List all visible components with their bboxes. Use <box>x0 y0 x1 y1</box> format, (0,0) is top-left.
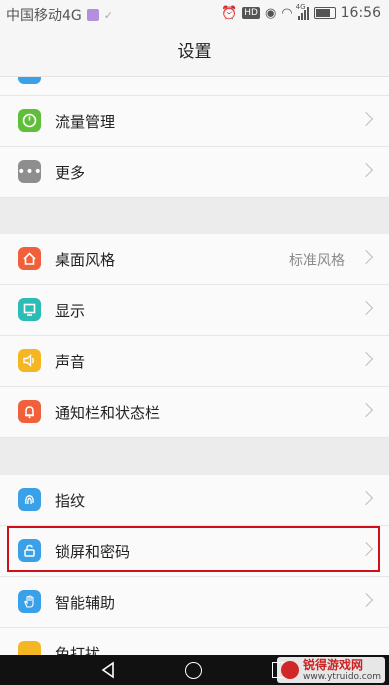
moon-icon <box>18 641 41 655</box>
watermark: 锐得游戏网 www.ytruido.com <box>276 657 385 683</box>
chevron-right-icon <box>358 111 374 127</box>
settings-item-label: 流量管理 <box>55 113 116 131</box>
settings-item-label: 通知栏和状态栏 <box>55 404 161 422</box>
settings-item-smart-assist[interactable]: 智能辅助 <box>0 577 389 628</box>
status-icons: ⏰ HD ◉ ◠ 4G 16:56 <box>221 3 381 22</box>
settings-item-label: 免打扰 <box>55 645 101 655</box>
chevron-right-icon <box>358 490 374 506</box>
notification-icon <box>18 400 41 423</box>
alarm-icon: ⏰ <box>221 5 238 21</box>
settings-item-label: 桌面风格 <box>55 251 116 269</box>
hd-badge: HD <box>242 7 260 19</box>
settings-item-home-style[interactable]: 桌面风格 标准风格 <box>0 234 389 285</box>
wifi-icon: ◠ <box>281 5 293 21</box>
settings-item-label: 指纹 <box>55 492 86 510</box>
watermark-logo-icon <box>280 661 299 679</box>
section-divider <box>0 438 389 475</box>
chevron-right-icon <box>358 592 374 608</box>
carrier-label: 中国移动4G <box>6 8 82 24</box>
clock: 16:56 <box>340 5 381 21</box>
watermark-text: 锐得游戏网 <box>302 657 363 672</box>
chevron-right-icon <box>358 300 374 316</box>
settings-item-label: 更多 <box>55 164 86 182</box>
settings-item-label: 显示 <box>55 302 86 320</box>
page-title: 设置 <box>0 28 389 77</box>
chevron-right-icon <box>358 351 374 367</box>
check-icon: ✓ <box>103 8 113 22</box>
network-type-label: 4G <box>295 2 306 11</box>
settings-item-notifications[interactable]: 通知栏和状态栏 <box>0 387 389 438</box>
partial-icon <box>18 77 41 84</box>
settings-item-value: 标准风格 <box>289 253 345 269</box>
data-usage-icon <box>18 109 41 132</box>
highlight-box <box>7 526 380 572</box>
settings-item-sound[interactable]: 声音 <box>0 336 389 387</box>
chevron-right-icon <box>358 402 374 418</box>
watermark-url: www.ytruido.com <box>302 671 381 682</box>
settings-item-more[interactable]: ••• 更多 <box>0 147 389 198</box>
image-notification-icon <box>86 9 99 21</box>
sound-icon <box>18 349 41 372</box>
eye-icon: ◉ <box>264 5 277 21</box>
home-button[interactable] <box>184 661 202 679</box>
home-icon <box>18 247 41 270</box>
section-divider <box>0 198 389 234</box>
list-item-partial[interactable] <box>0 77 389 96</box>
back-button[interactable] <box>101 661 115 679</box>
battery-icon <box>313 7 336 19</box>
settings-item-label: 智能辅助 <box>55 594 116 612</box>
hand-icon <box>18 590 41 613</box>
settings-item-data-usage[interactable]: 流量管理 <box>0 96 389 147</box>
settings-item-fingerprint[interactable]: 指纹 <box>0 475 389 526</box>
signal-icon: 4G <box>296 3 309 20</box>
settings-item-display[interactable]: 显示 <box>0 285 389 336</box>
settings-item-label: 声音 <box>55 353 86 371</box>
chevron-right-icon <box>358 162 374 178</box>
chevron-right-icon <box>358 249 374 265</box>
carrier-group: 中国移动4G ✓ <box>6 5 113 25</box>
status-bar: 中国移动4G ✓ ⏰ HD ◉ ◠ 4G 16:56 <box>0 0 389 28</box>
settings-item-do-not-disturb[interactable]: 免打扰 <box>0 628 389 655</box>
more-icon: ••• <box>17 160 42 183</box>
fingerprint-icon <box>18 488 41 511</box>
display-icon <box>18 298 41 321</box>
